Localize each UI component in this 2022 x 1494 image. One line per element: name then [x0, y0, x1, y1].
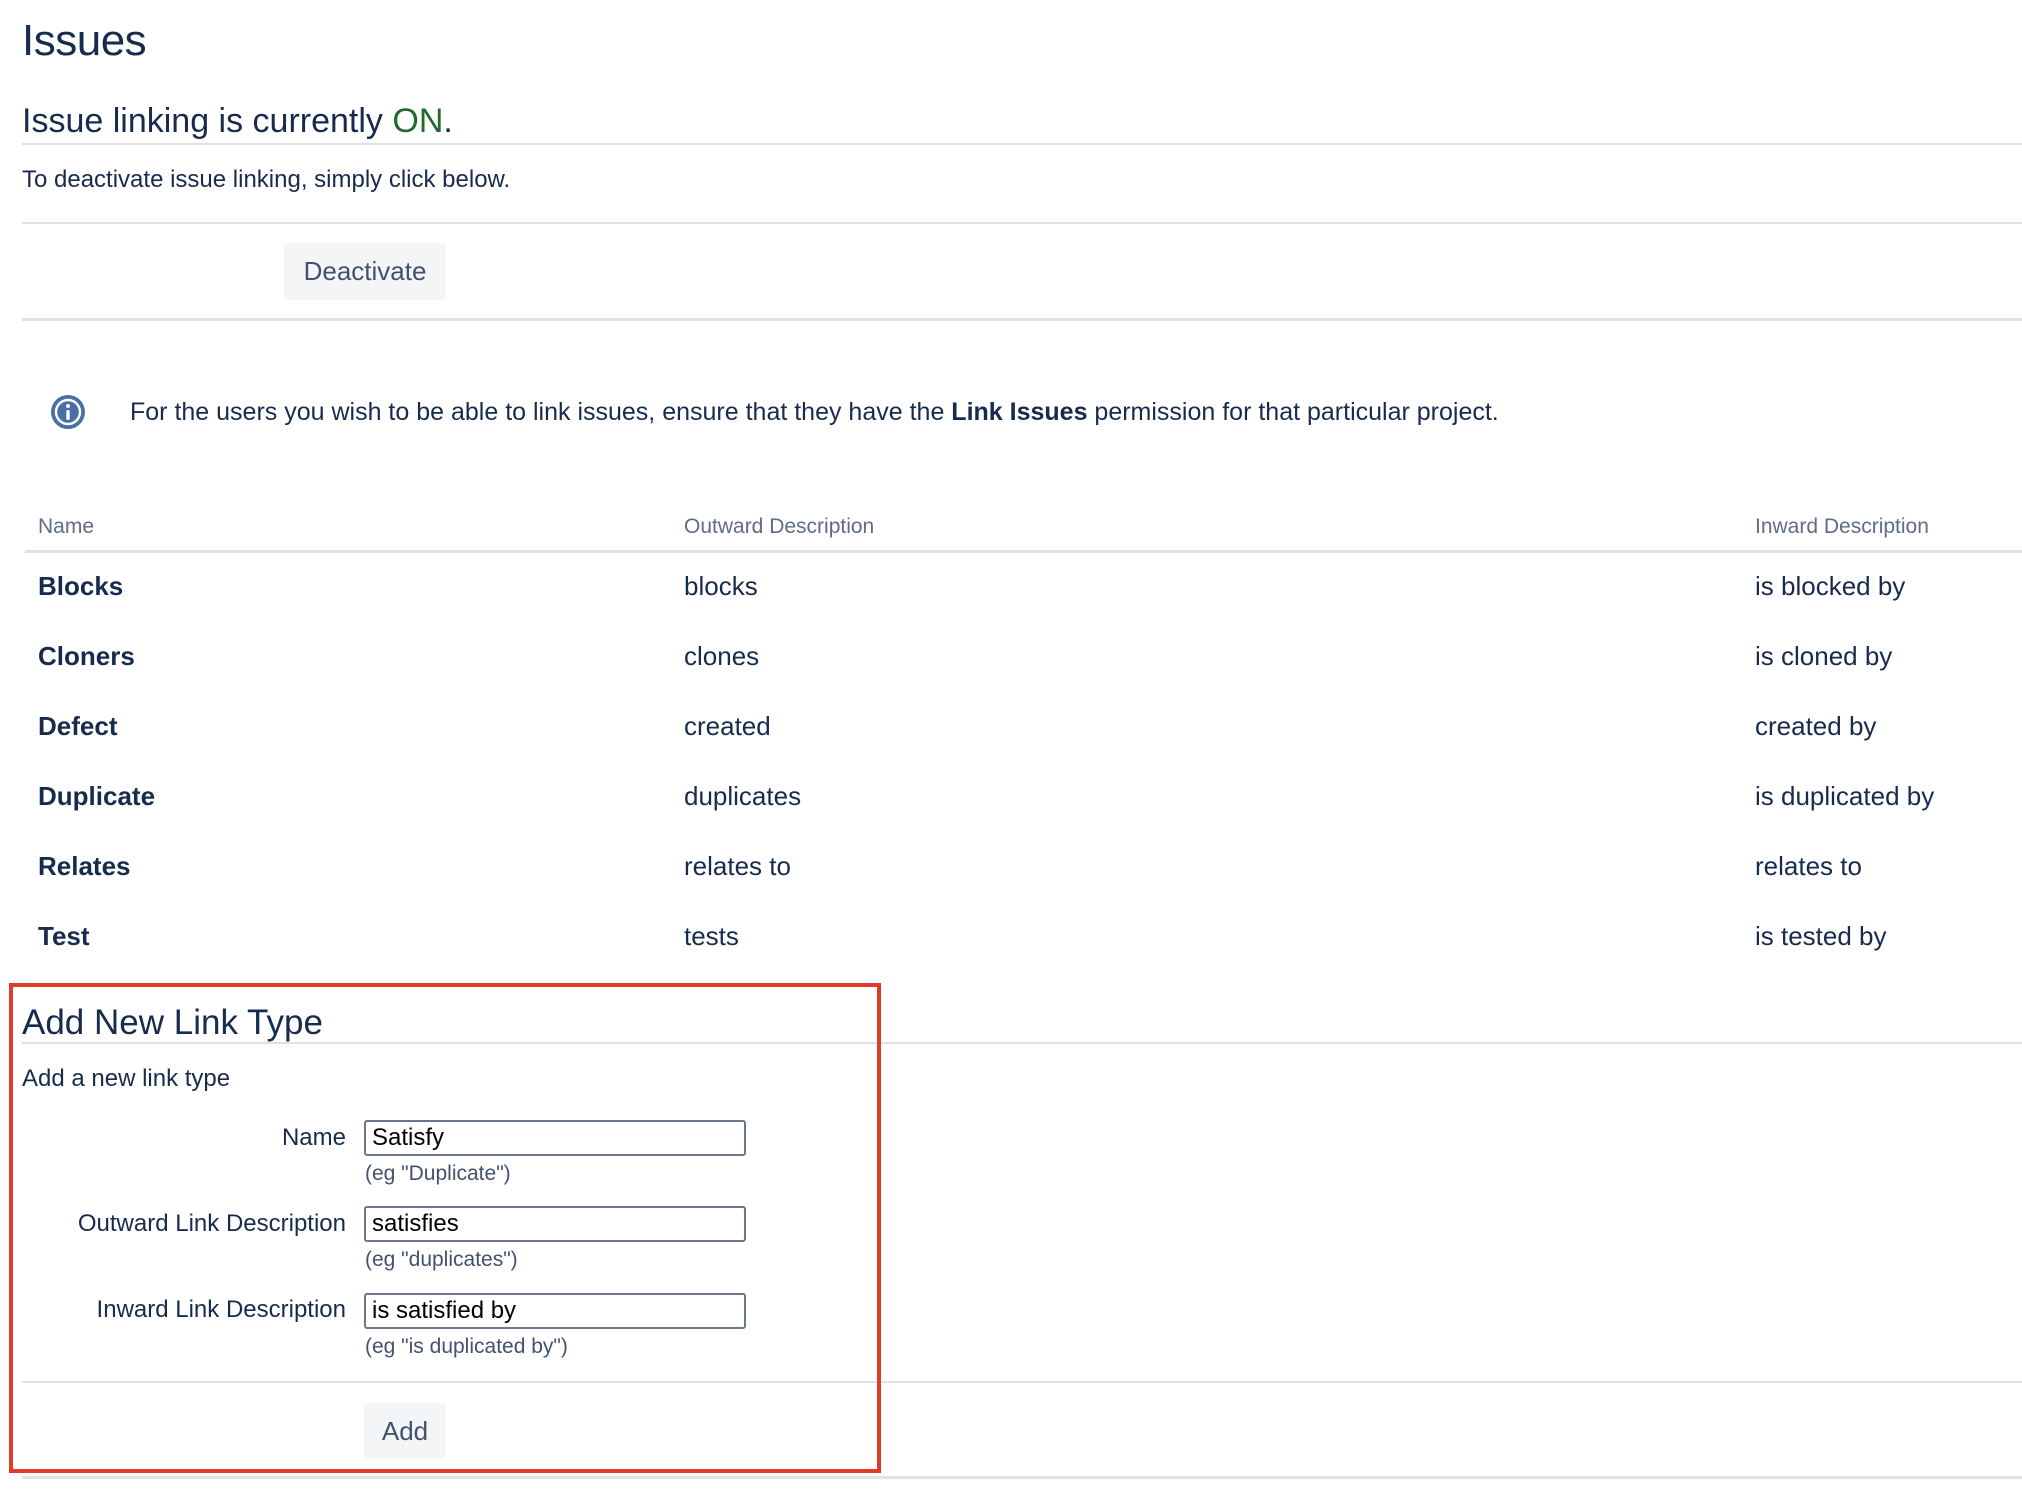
link-type-inward: is blocked by: [1755, 571, 1906, 601]
link-type-outward: tests: [684, 921, 739, 951]
link-type-outward: blocks: [684, 571, 758, 601]
link-type-inward: relates to: [1755, 851, 1862, 881]
linking-status-heading: Issue linking is currently ON.: [22, 102, 453, 141]
link-type-name: Test: [38, 921, 90, 951]
deactivate-button[interactable]: Deactivate: [284, 243, 446, 300]
status-suffix: .: [443, 102, 453, 140]
link-type-inward: created by: [1755, 711, 1877, 741]
table-header-divider: [25, 550, 2022, 553]
link-type-inward: is tested by: [1755, 921, 1887, 951]
highlight-box: [9, 983, 881, 1473]
column-header-name[interactable]: Name: [38, 515, 94, 539]
link-type-inward: is cloned by: [1755, 641, 1893, 671]
link-type-outward: relates to: [684, 851, 791, 881]
info-text-after: permission for that particular project.: [1087, 398, 1499, 426]
link-type-inward: is duplicated by: [1755, 781, 1935, 811]
divider: [22, 1476, 2022, 1479]
status-value: ON: [392, 102, 444, 140]
page-title: Issues: [22, 16, 147, 65]
column-header-inward[interactable]: Inward Description: [1755, 515, 1929, 539]
link-type-name: Duplicate: [38, 781, 156, 811]
status-prefix: Issue linking is currently: [22, 102, 393, 140]
link-type-outward: created: [684, 711, 771, 741]
link-type-name: Defect: [38, 711, 118, 741]
link-type-name: Blocks: [38, 571, 124, 601]
link-type-name: Relates: [38, 851, 131, 881]
divider: [22, 222, 2022, 224]
info-text-before: For the users you wish to be able to lin…: [130, 398, 952, 426]
info-text-bold: Link Issues: [951, 398, 1088, 426]
divider: [22, 318, 2022, 321]
link-type-outward: duplicates: [684, 781, 802, 811]
info-icon: [48, 392, 88, 432]
divider: [22, 143, 2022, 145]
column-header-outward[interactable]: Outward Description: [684, 515, 874, 539]
deactivate-instructions: To deactivate issue linking, simply clic…: [22, 166, 511, 193]
permission-info-message: For the users you wish to be able to lin…: [130, 398, 1499, 427]
link-type-name: Cloners: [38, 641, 135, 671]
link-type-outward: clones: [684, 641, 760, 671]
